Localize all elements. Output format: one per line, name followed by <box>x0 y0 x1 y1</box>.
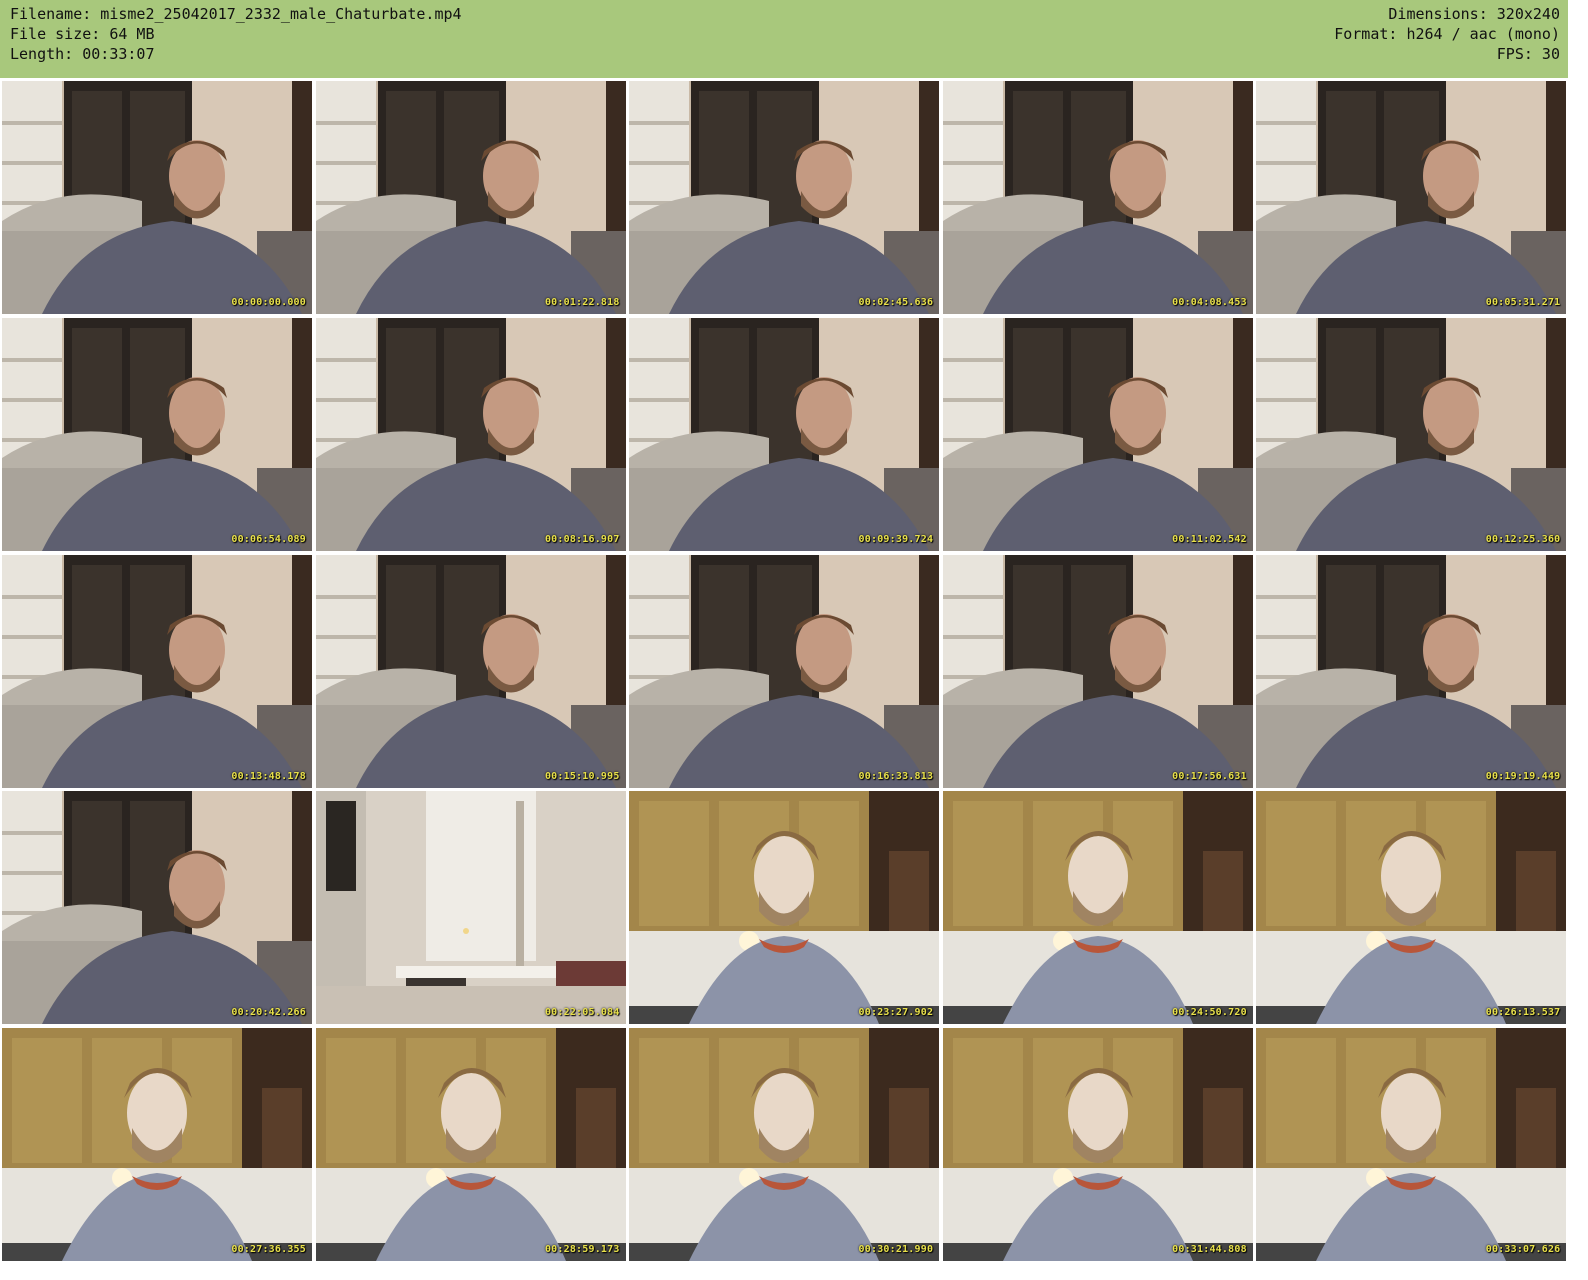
video-thumbnail: 00:06:54.089 <box>2 317 312 551</box>
thumbnail-frame-image <box>2 791 312 1025</box>
video-thumbnail: 00:11:02.542 <box>942 317 1253 551</box>
thumbnail-timestamp: 00:17:56.631 <box>1172 770 1247 782</box>
thumbnail-timestamp: 00:11:02.542 <box>1172 533 1247 545</box>
video-thumbnail: 00:19:19.449 <box>1256 554 1567 788</box>
format-label: Format: h264 / aac (mono) <box>1334 25 1560 43</box>
thumbnail-frame-image <box>315 81 626 314</box>
video-thumbnail: 00:27:36.355 <box>2 1028 312 1262</box>
video-thumbnail: 00:33:07.626 <box>1256 1028 1567 1262</box>
video-thumbnail: 00:31:44.808 <box>942 1028 1253 1262</box>
thumbnail-frame-image <box>2 554 312 788</box>
video-thumbnail: 00:16:33.813 <box>629 554 940 788</box>
thumbnail-frame-image <box>315 554 626 788</box>
thumbnail-timestamp: 00:16:33.813 <box>858 770 934 782</box>
header-right-info: Dimensions: 320x240 Format: h264 / aac (… <box>1334 4 1560 64</box>
thumbnail-timestamp: 00:27:36.355 <box>231 1244 306 1256</box>
length-label: Length: 00:33:07 <box>10 45 155 63</box>
thumbnail-timestamp: 00:20:42.266 <box>231 1007 306 1019</box>
video-thumbnail: 00:23:27.902 <box>629 791 940 1025</box>
thumbnail-timestamp: 00:24:50.720 <box>1172 1007 1247 1019</box>
video-thumbnail: 00:15:10.995 <box>315 554 626 788</box>
thumbnail-timestamp: 00:09:39.724 <box>858 533 934 545</box>
video-thumbnail: 00:22:05.084 <box>315 791 626 1025</box>
thumbnail-frame-image <box>2 317 312 551</box>
thumbnail-timestamp: 00:04:08.453 <box>1172 297 1247 308</box>
video-thumbnail: 00:01:22.818 <box>315 81 626 314</box>
thumbnail-timestamp: 00:12:25.360 <box>1485 533 1561 545</box>
filesize-label: File size: 64 MB <box>10 25 155 43</box>
thumbnail-grid: 00:00:00.000 00:01:22.818 00:02:45.636 0… <box>0 80 1568 1264</box>
thumbnail-frame-image <box>2 81 312 314</box>
thumbnail-timestamp: 00:22:05.084 <box>544 1007 620 1019</box>
video-thumbnail: 00:08:16.907 <box>315 317 626 551</box>
thumbnail-timestamp: 00:26:13.537 <box>1485 1007 1561 1019</box>
thumbnail-timestamp: 00:01:22.818 <box>544 297 620 308</box>
thumbnail-frame-image <box>2 1028 312 1262</box>
thumbnail-timestamp: 00:28:59.173 <box>544 1244 620 1256</box>
thumbnail-timestamp: 00:06:54.089 <box>231 533 306 545</box>
thumbnail-frame-image <box>1256 81 1567 314</box>
thumbnail-frame-image <box>942 1028 1253 1262</box>
thumbnail-frame-image <box>942 791 1253 1025</box>
thumbnail-timestamp: 00:23:27.902 <box>858 1007 934 1019</box>
thumbnail-timestamp: 00:08:16.907 <box>544 533 620 545</box>
thumbnail-timestamp: 00:02:45.636 <box>858 297 934 308</box>
thumbnail-frame-image <box>629 791 940 1025</box>
video-thumbnail: 00:09:39.724 <box>629 317 940 551</box>
video-thumbnail: 00:02:45.636 <box>629 81 940 314</box>
thumbnail-frame-image <box>1256 791 1567 1025</box>
thumbnail-timestamp: 00:31:44.808 <box>1172 1244 1247 1256</box>
thumbnail-frame-image <box>629 554 940 788</box>
thumbnail-timestamp: 00:13:48.178 <box>231 770 306 782</box>
thumbnail-timestamp: 00:30:21.990 <box>858 1244 934 1256</box>
thumbnail-timestamp: 00:05:31.271 <box>1485 297 1561 308</box>
video-thumbnail: 00:05:31.271 <box>1256 81 1567 314</box>
fps-label: FPS: 30 <box>1496 45 1560 63</box>
video-thumbnail: 00:28:59.173 <box>315 1028 626 1262</box>
video-thumbnail: 00:30:21.990 <box>629 1028 940 1262</box>
thumbnail-timestamp: 00:33:07.626 <box>1485 1244 1561 1256</box>
video-thumbnail: 00:24:50.720 <box>942 791 1253 1025</box>
video-thumbnail: 00:04:08.453 <box>942 81 1253 314</box>
thumbnail-frame-image <box>629 317 940 551</box>
thumbnail-frame-image <box>315 317 626 551</box>
thumbnail-frame-image <box>942 317 1253 551</box>
thumbnail-frame-image <box>942 81 1253 314</box>
video-thumbnail: 00:20:42.266 <box>2 791 312 1025</box>
thumbnail-frame-image <box>315 1028 626 1262</box>
video-thumbnail: 00:17:56.631 <box>942 554 1253 788</box>
thumbnail-frame-image <box>1256 1028 1567 1262</box>
thumbnail-timestamp: 00:19:19.449 <box>1485 770 1561 782</box>
thumbnail-frame-image <box>629 81 940 314</box>
header-left-info: Filename: misme2_25042017_2332_male_Chat… <box>10 4 462 64</box>
dimensions-label: Dimensions: 320x240 <box>1388 5 1560 23</box>
video-thumbnail: 00:12:25.360 <box>1256 317 1567 551</box>
thumbnail-frame-image <box>629 1028 940 1262</box>
thumbnail-frame-image <box>1256 317 1567 551</box>
thumbnail-frame-image <box>942 554 1253 788</box>
thumbnail-frame-image <box>315 791 626 1025</box>
filename-label: Filename: misme2_25042017_2332_male_Chat… <box>10 5 462 23</box>
contact-sheet-header: Filename: misme2_25042017_2332_male_Chat… <box>0 0 1568 78</box>
thumbnail-timestamp: 00:00:00.000 <box>231 297 306 308</box>
video-thumbnail: 00:26:13.537 <box>1256 791 1567 1025</box>
thumbnail-frame-image <box>1256 554 1567 788</box>
video-thumbnail: 00:00:00.000 <box>2 81 312 314</box>
thumbnail-timestamp: 00:15:10.995 <box>544 770 620 782</box>
video-thumbnail: 00:13:48.178 <box>2 554 312 788</box>
